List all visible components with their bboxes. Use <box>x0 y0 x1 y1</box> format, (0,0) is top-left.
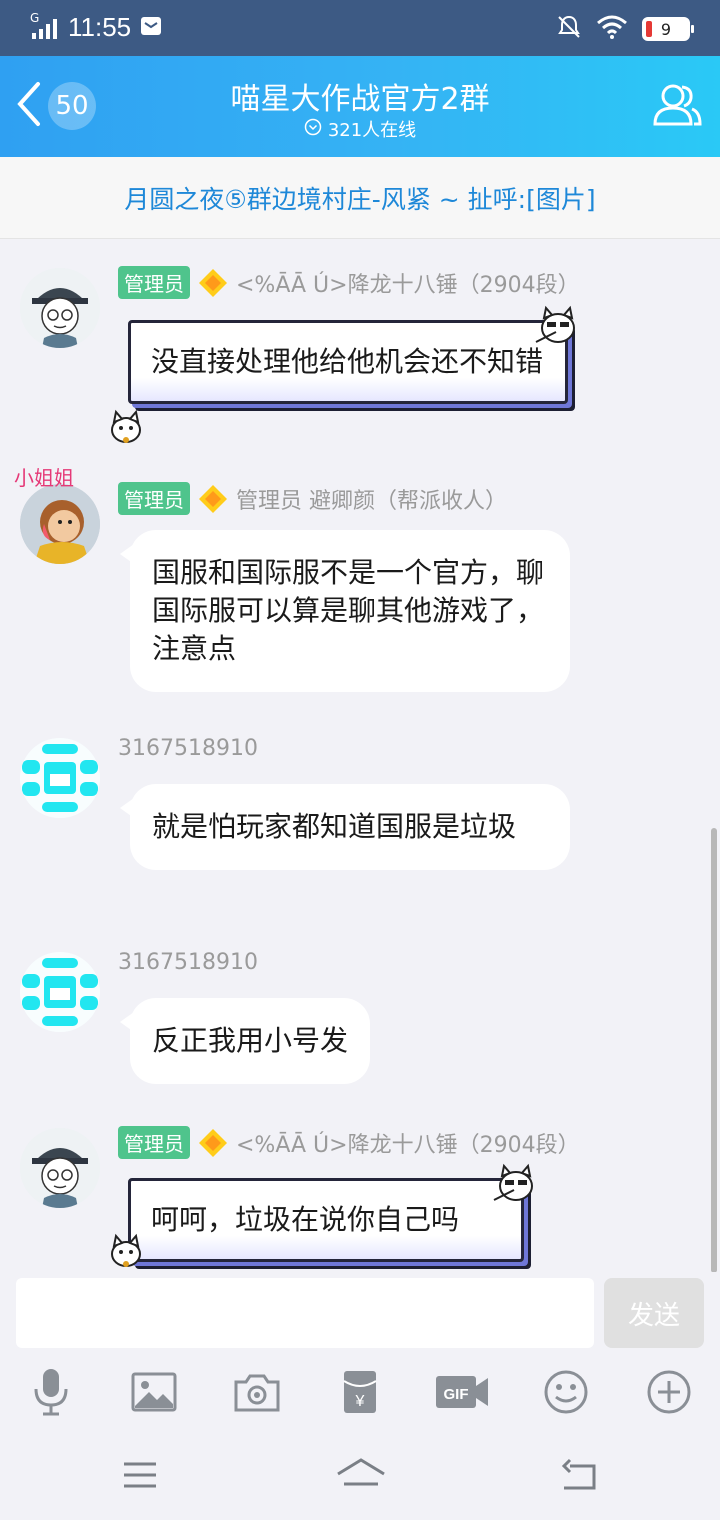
diamond-icon <box>198 268 228 298</box>
cat-sticker-icon <box>488 1158 533 1201</box>
status-bar: G 11:55 9 <box>0 0 720 56</box>
sender-name[interactable]: <%ĀĀ Ú>降龙十八锤（2904段） <box>236 267 580 299</box>
battery-indicator: 9 <box>642 17 694 41</box>
mute-icon <box>556 14 582 44</box>
online-status[interactable]: 321人在线 <box>0 116 720 142</box>
svg-text:GIF: GIF <box>444 1386 469 1403</box>
message-text: 国服和国际服不是一个官方，聊国际服可以算是聊其他游戏了，注意点 <box>152 556 545 665</box>
avatar[interactable] <box>20 1128 100 1208</box>
back-nav-icon[interactable] <box>560 1458 600 1496</box>
message-header: 3167518910 <box>118 736 258 761</box>
top-header: G 11:55 9 50 喵星大作战官方2群 321人在线 <box>0 0 720 157</box>
image-icon[interactable] <box>129 1367 179 1417</box>
avatar-label: 小姐姐 <box>14 466 74 490</box>
admin-badge: 管理员 <box>118 266 190 299</box>
sender-name[interactable]: 管理员 避卿颜（帮派收人） <box>236 483 507 515</box>
sender-name[interactable]: 3167518910 <box>118 736 258 761</box>
camera-icon[interactable] <box>232 1367 282 1417</box>
message-header: 管理员 <%ĀĀ Ú>降龙十八锤（2904段） <box>118 266 580 299</box>
avatar[interactable] <box>20 952 100 1032</box>
chat-title: 喵星大作战官方2群 <box>230 82 490 117</box>
red-packet-icon[interactable]: ¥ <box>335 1367 385 1417</box>
message-bubble[interactable]: 国服和国际服不是一个官方，聊国际服可以算是聊其他游戏了，注意点 <box>120 530 570 692</box>
message-bubble[interactable]: 呵呵，垃圾在说你自己吗 <box>128 1178 524 1262</box>
online-count: 321人在线 <box>327 120 417 141</box>
message-input[interactable] <box>16 1278 594 1348</box>
status-right: 9 <box>556 14 694 44</box>
scrollbar[interactable] <box>711 828 717 1273</box>
group-members-button[interactable] <box>652 82 702 132</box>
menu-icon[interactable] <box>122 1460 158 1494</box>
send-button[interactable]: 发送 <box>604 1278 704 1348</box>
chevron-down-circle-icon <box>304 118 322 141</box>
plus-icon[interactable] <box>644 1367 694 1417</box>
admin-badge: 管理员 <box>118 482 190 515</box>
message-bubble[interactable]: 没直接处理他给他机会还不知错 <box>128 320 568 404</box>
cat-sticker-icon <box>530 300 575 343</box>
message-header: 3167518910 <box>118 950 258 975</box>
svg-text:¥: ¥ <box>355 1393 365 1410</box>
message-text: 没直接处理他给他机会还不知错 <box>151 345 544 378</box>
message-bubble[interactable]: 反正我用小号发 <box>119 998 371 1084</box>
admin-badge: 管理员 <box>118 1126 190 1159</box>
status-time: 11:55 <box>68 12 132 42</box>
nav-bar: 50 喵星大作战官方2群 321人在线 <box>0 56 720 157</box>
avatar[interactable] <box>20 268 100 348</box>
battery-level: 9 <box>660 19 672 39</box>
system-navigation-bar <box>0 1442 720 1512</box>
avatar[interactable] <box>20 738 100 818</box>
gif-icon[interactable]: GIF <box>434 1367 490 1417</box>
diamond-icon <box>198 1128 228 1158</box>
microphone-icon[interactable] <box>26 1367 76 1417</box>
group-announcement[interactable]: 月圆之夜⑤群边境村庄-风紧 ~ 扯呼:[图片] <box>0 157 720 239</box>
input-area: 发送 ¥ GIF <box>0 1272 720 1520</box>
wifi-icon <box>596 14 628 44</box>
users-icon <box>652 84 702 132</box>
signal-icon: G <box>30 11 60 41</box>
input-toolbar: ¥ GIF <box>0 1367 720 1427</box>
message-header: 管理员 <%ĀĀ Ú>降龙十八锤（2904段） <box>118 1126 580 1159</box>
message-bubble[interactable]: 就是怕玩家都知道国服是垃圾 <box>120 784 570 870</box>
message-text: 就是怕玩家都知道国服是垃圾 <box>152 810 517 843</box>
message-text: 反正我用小号发 <box>152 1024 349 1057</box>
avatar[interactable] <box>20 484 100 564</box>
cat-sticker-icon <box>104 404 144 444</box>
home-icon[interactable] <box>336 1456 386 1496</box>
status-left: G 11:55 <box>30 11 163 43</box>
message-text: 呵呵，垃圾在说你自己吗 <box>151 1203 460 1236</box>
diamond-icon <box>198 484 228 514</box>
notification-icon <box>139 14 163 42</box>
sender-name[interactable]: <%ĀĀ Ú>降龙十八锤（2904段） <box>236 1127 580 1159</box>
sender-name[interactable]: 3167518910 <box>118 950 258 975</box>
emoji-icon[interactable] <box>541 1367 591 1417</box>
message-header: 管理员 管理员 避卿颜（帮派收人） <box>118 482 507 515</box>
cat-sticker-icon <box>104 1228 144 1268</box>
